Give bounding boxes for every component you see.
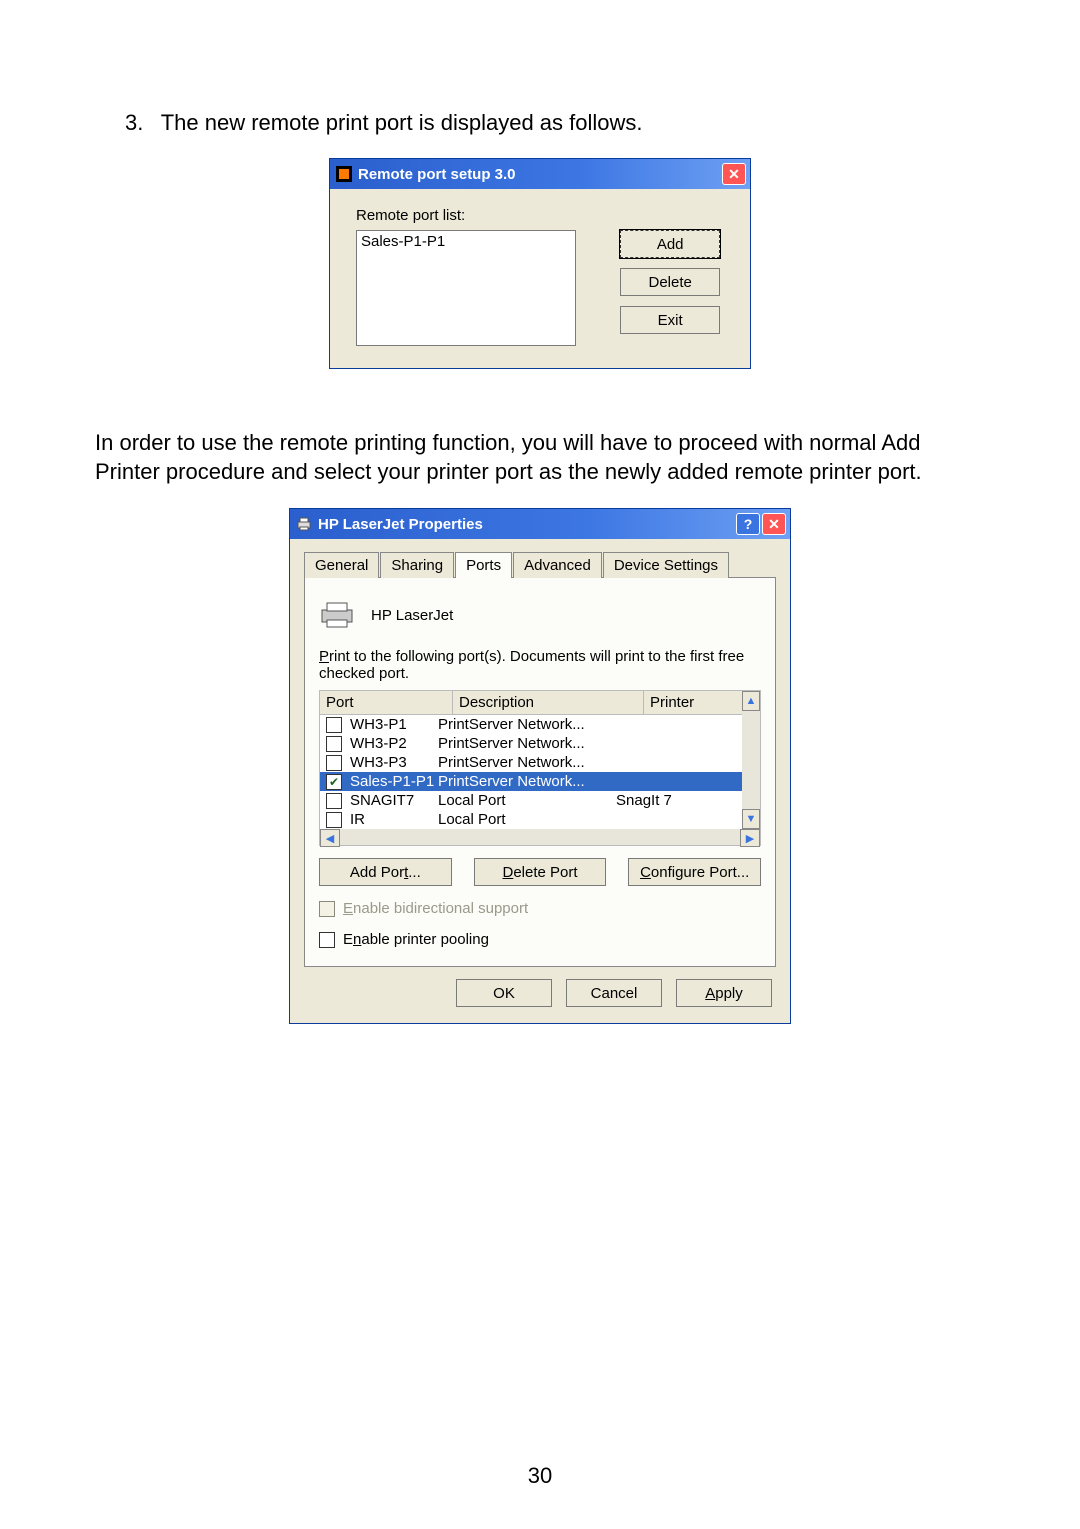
checkbox-icon[interactable]	[326, 736, 342, 752]
close-icon[interactable]: ✕	[722, 163, 746, 185]
table-row[interactable]: WH3-P1 PrintServer Network...	[320, 715, 760, 734]
horizontal-scrollbar[interactable]: ◀ ▶	[320, 829, 760, 845]
port-name: WH3-P3	[350, 754, 407, 771]
printer-icon	[319, 600, 355, 630]
checkbox-icon[interactable]	[326, 755, 342, 771]
ports-table: Port Description Printer WH3-P1 PrintServ…	[319, 690, 761, 846]
table-row[interactable]: WH3-P2 PrintServer Network...	[320, 734, 760, 753]
apply-button[interactable]: Apply	[676, 979, 772, 1007]
window-title: Remote port setup 3.0	[358, 166, 722, 183]
port-name: WH3-P1	[350, 716, 407, 733]
scroll-left-icon[interactable]: ◀	[320, 829, 340, 847]
list-item[interactable]: Sales-P1-P1	[361, 233, 571, 250]
table-row[interactable]: IR Local Port	[320, 810, 760, 829]
col-port[interactable]: Port	[320, 691, 453, 714]
port-name: WH3-P2	[350, 735, 407, 752]
ports-tab-content: HP LaserJet Print to the following port(…	[304, 578, 776, 967]
step-line: 3. The new remote print port is displaye…	[125, 110, 985, 136]
delete-button[interactable]: Delete	[620, 268, 720, 296]
printer-name: HP LaserJet	[371, 607, 453, 624]
table-row[interactable]: SNAGIT7 Local PortSnagIt 7	[320, 791, 760, 810]
port-name: IR	[350, 811, 365, 828]
tabs: General Sharing Ports Advanced Device Se…	[304, 551, 776, 578]
table-header: Port Description Printer	[320, 691, 760, 715]
port-description: PrintServer Network...	[438, 716, 616, 733]
port-description: PrintServer Network...	[438, 754, 616, 771]
enable-bidirectional-checkbox: Enable bidirectional support	[319, 900, 761, 917]
step-text: The new remote print port is displayed a…	[161, 110, 643, 135]
titlebar[interactable]: HP LaserJet Properties ? ✕	[290, 509, 790, 539]
delete-port-button[interactable]: Delete Port	[474, 858, 607, 886]
checkbox-icon[interactable]	[326, 812, 342, 828]
scroll-down-icon[interactable]: ▼	[742, 809, 760, 829]
instruction-paragraph: In order to use the remote printing func…	[95, 429, 985, 486]
tab-general[interactable]: General	[304, 552, 379, 578]
scroll-up-icon[interactable]: ▲	[742, 691, 760, 711]
add-port-button[interactable]: Add Port...	[319, 858, 452, 886]
scroll-right-icon[interactable]: ▶	[740, 829, 760, 847]
port-name: SNAGIT7	[350, 792, 414, 809]
window-title: HP LaserJet Properties	[318, 516, 736, 533]
remote-port-setup-dialog: Remote port setup 3.0 ✕ Remote port list…	[329, 158, 751, 369]
tab-advanced[interactable]: Advanced	[513, 552, 602, 578]
port-description: Local Port	[438, 811, 616, 828]
tab-ports[interactable]: Ports	[455, 552, 512, 578]
step-number: 3.	[125, 110, 155, 136]
printer-properties-dialog: HP LaserJet Properties ? ✕ General Shari…	[289, 508, 791, 1024]
port-description: PrintServer Network...	[438, 773, 616, 790]
remote-port-listbox[interactable]: Sales-P1-P1	[356, 230, 576, 346]
port-name: Sales-P1-P1	[350, 773, 434, 790]
ports-help-text: Print to the following port(s). Document…	[319, 648, 761, 682]
close-icon[interactable]: ✕	[762, 513, 786, 535]
remote-port-list-label: Remote port list:	[356, 207, 730, 224]
checkbox-icon[interactable]	[326, 717, 342, 733]
exit-button[interactable]: Exit	[620, 306, 720, 334]
page-number: 30	[0, 1463, 1080, 1489]
printer-icon	[296, 516, 312, 532]
vertical-scrollbar[interactable]: ▲ ▼	[742, 691, 760, 829]
app-icon	[336, 166, 352, 182]
col-description[interactable]: Description	[453, 691, 644, 714]
tab-sharing[interactable]: Sharing	[380, 552, 454, 578]
titlebar[interactable]: Remote port setup 3.0 ✕	[330, 159, 750, 189]
table-row[interactable]: WH3-P3 PrintServer Network...	[320, 753, 760, 772]
tab-device-settings[interactable]: Device Settings	[603, 552, 729, 578]
checkbox-icon[interactable]: ✔	[326, 774, 342, 790]
add-button[interactable]: Add	[620, 230, 720, 258]
help-icon[interactable]: ?	[736, 513, 760, 535]
checkbox-icon[interactable]	[326, 793, 342, 809]
port-description: Local Port	[438, 792, 616, 809]
configure-port-button[interactable]: Configure Port...	[628, 858, 761, 886]
port-description: PrintServer Network...	[438, 735, 616, 752]
port-printer: SnagIt 7	[616, 792, 760, 809]
enable-printer-pooling-checkbox[interactable]: Enable printer pooling	[319, 931, 761, 948]
table-row[interactable]: ✔ Sales-P1-P1PrintServer Network...	[320, 772, 760, 791]
checkbox-icon[interactable]	[319, 932, 335, 948]
checkbox-icon	[319, 901, 335, 917]
ok-button[interactable]: OK	[456, 979, 552, 1007]
cancel-button[interactable]: Cancel	[566, 979, 662, 1007]
